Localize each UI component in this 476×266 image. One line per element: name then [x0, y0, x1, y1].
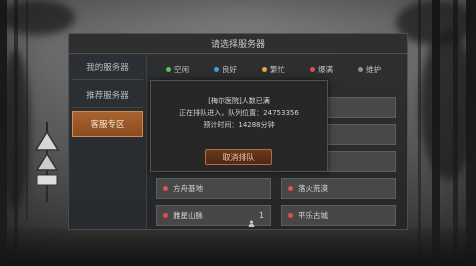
queue-eta-line: 预计时间：14288分钟: [151, 120, 327, 130]
legend-item: 维护: [358, 64, 381, 75]
server-name: 方舟基地: [173, 184, 203, 193]
server-name: 落火荒漠: [298, 184, 328, 193]
sidebar-item-support[interactable]: 客服专区: [72, 111, 143, 137]
legend-item: 繁忙: [262, 64, 285, 75]
legend-label: 空闲: [174, 64, 189, 74]
queue-dialog: [梅尔医院]人数已满 正在排队进入，队列位置：24753356 预计时间：142…: [150, 80, 328, 172]
legend-label: 繁忙: [270, 64, 285, 74]
status-dot: [163, 213, 168, 218]
queue-position-label: 正在排队进入，队列位置：: [179, 109, 264, 117]
foliage: [0, 0, 75, 35]
sidebar-item-recommended[interactable]: 推荐服务器: [72, 82, 143, 108]
server-item[interactable]: 平乐古城: [281, 205, 396, 226]
queue-full-text: 人数已满: [241, 97, 270, 105]
server-item[interactable]: 雅星山脉 1: [156, 205, 271, 227]
queue-position-value: 24753356: [263, 109, 299, 117]
legend-label: 维护: [366, 64, 381, 74]
tree-trunk: [26, 0, 28, 220]
server-name: 平乐古城: [298, 211, 328, 220]
server-item[interactable]: 方舟基地: [156, 178, 271, 199]
panel-title: 请选择服务器: [69, 34, 407, 54]
tree-trunk: [14, 0, 18, 266]
legend-item: 良好: [214, 64, 237, 75]
status-dot: [163, 186, 168, 191]
person-icon: [248, 212, 255, 227]
legend-label: 良好: [222, 64, 237, 74]
queue-eta-label: 预计时间：: [203, 121, 239, 129]
queue-eta-unit: 分钟: [260, 121, 275, 129]
character-count: 1: [259, 211, 265, 220]
ground: [0, 228, 476, 266]
status-dot: [288, 213, 293, 218]
queue-position-line: 正在排队进入，队列位置：24753356: [151, 108, 327, 118]
status-dot: [310, 66, 315, 72]
status-dot: [166, 66, 171, 72]
queue-full-message: [梅尔医院]人数已满: [151, 96, 327, 106]
sidebar-item-my-servers[interactable]: 我的服务器: [72, 54, 143, 80]
queue-server-tag: [梅尔医院]: [208, 97, 242, 105]
road-sign-icon: [34, 122, 60, 202]
tree-trunk: [466, 0, 476, 266]
server-name: 雅星山脉: [173, 211, 203, 220]
tree-trunk: [453, 0, 458, 266]
status-dot: [262, 66, 267, 72]
status-dot: [288, 186, 293, 191]
tree-trunk: [432, 0, 440, 266]
server-item[interactable]: 落火荒漠: [281, 178, 396, 199]
status-dot: [214, 66, 219, 72]
tree-trunk: [418, 0, 421, 266]
cancel-queue-button[interactable]: 取消排队: [205, 149, 272, 165]
sidebar: 我的服务器 推荐服务器 客服专区: [69, 54, 147, 229]
legend-item: 空闲: [166, 64, 189, 75]
legend-label: 爆满: [318, 64, 333, 74]
status-legend: 空闲 良好 繁忙 爆满 维护: [166, 64, 381, 74]
game-screen: 请选择服务器 我的服务器 推荐服务器 客服专区 空闲 良好 繁忙 爆满 维护 方…: [0, 0, 476, 266]
status-dot: [358, 66, 363, 72]
queue-eta-value: 14288: [238, 121, 261, 129]
tree-trunk: [0, 0, 7, 266]
legend-item: 爆满: [310, 64, 333, 75]
